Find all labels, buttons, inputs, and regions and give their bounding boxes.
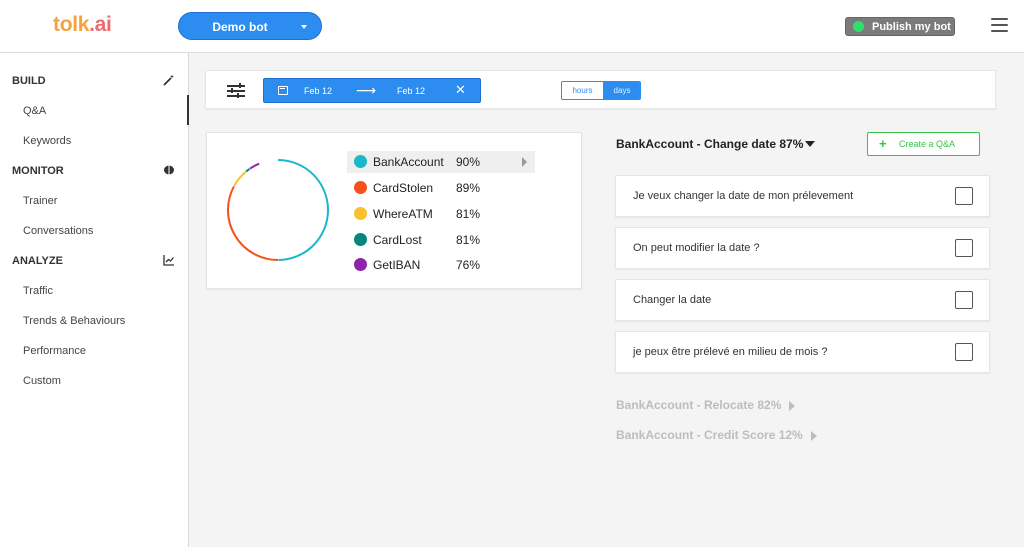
question-card: Changer la date: [615, 279, 990, 321]
donut-segment-whereatm[interactable]: [233, 170, 247, 187]
question-checkbox[interactable]: [955, 343, 973, 361]
legend-dot: [354, 155, 367, 168]
section-monitor: MONITOR: [12, 165, 64, 177]
magic-wand-icon: [163, 74, 175, 86]
create-qa-button[interactable]: + Create a Q&A: [867, 132, 980, 156]
legend-item-getiban[interactable]: GetIBAN 76%: [347, 254, 535, 276]
create-qa-label: Create a Q&A: [899, 139, 956, 149]
question-checkbox[interactable]: [955, 291, 973, 309]
legend-dot: [354, 258, 367, 271]
collapsed-group-label: BankAccount - Relocate 82%: [616, 398, 782, 412]
plus-icon: +: [879, 136, 887, 151]
caret-right-icon: [810, 430, 817, 441]
arrow-right-icon: ⟶: [356, 82, 377, 98]
bot-selector-dropdown[interactable]: Demo bot: [178, 12, 322, 40]
question-text: On peut modifier la date ?: [633, 242, 760, 254]
collapsed-group-relocate[interactable]: BankAccount - Relocate 82%: [616, 398, 796, 412]
logo-suffix: .ai: [89, 13, 112, 36]
sidebar: BUILD Q&A Keywords MONITOR Trainer Conve…: [0, 53, 189, 547]
question-text: Je veux changer la date de mon préleveme…: [633, 190, 854, 202]
publish-label: Publish my bot: [872, 21, 951, 33]
status-dot-icon: [853, 21, 864, 32]
sidebar-item-conversations[interactable]: Conversations: [23, 225, 93, 237]
section-build: BUILD: [12, 75, 46, 87]
legend-name: CardLost: [373, 233, 422, 247]
filter-sliders-icon[interactable]: [227, 83, 245, 98]
donut-segment-cardlost[interactable]: [245, 168, 251, 173]
legend-dot: [354, 207, 367, 220]
question-checkbox[interactable]: [955, 239, 973, 257]
legend-item-bankaccount[interactable]: BankAccount 90%: [347, 151, 535, 173]
logo-text: tolk: [53, 13, 90, 36]
top-bar: tolk.ai Demo bot Publish my bot: [0, 0, 1024, 53]
sidebar-item-keywords[interactable]: Keywords: [23, 135, 71, 147]
granularity-toggle: hours days: [561, 81, 641, 100]
legend-percent: 90%: [456, 155, 481, 169]
filter-bar: Feb 12 ⟶ Feb 12 ✕ hours days: [205, 70, 996, 109]
sidebar-item-trainer[interactable]: Trainer: [23, 195, 57, 207]
collapsed-group-label: BankAccount - Credit Score 12%: [616, 428, 803, 442]
legend-name: GetIBAN: [373, 258, 421, 272]
collapsed-group-credit-score[interactable]: BankAccount - Credit Score 12%: [616, 428, 817, 442]
caret-down-icon[interactable]: [805, 141, 815, 147]
caret-right-icon: [522, 157, 527, 167]
legend-item-cardstolen[interactable]: CardStolen 89%: [347, 177, 535, 199]
legend-name: CardStolen: [373, 181, 434, 195]
legend-item-whereatm[interactable]: WhereATM 81%: [347, 203, 535, 225]
donut-segment-bankaccount[interactable]: [277, 159, 329, 261]
legend-item-cardlost[interactable]: CardLost 81%: [347, 229, 535, 251]
toggle-days[interactable]: days: [603, 82, 640, 99]
legend-percent: 81%: [456, 207, 481, 221]
legend-dot: [354, 181, 367, 194]
sidebar-item-traffic[interactable]: Traffic: [23, 285, 53, 297]
brain-icon: [163, 164, 175, 176]
bot-selector-label: Demo bot: [212, 20, 268, 34]
calendar-icon: [278, 86, 288, 95]
sidebar-item-performance[interactable]: Performance: [23, 345, 86, 357]
intent-distribution-panel: BankAccount 90% CardStolen 89% WhereATM …: [206, 132, 582, 289]
legend-percent: 76%: [456, 258, 481, 272]
line-chart-icon: [163, 254, 175, 266]
logo[interactable]: tolk.ai: [53, 13, 112, 37]
donut-segment-getiban[interactable]: [249, 162, 260, 170]
legend-percent: 89%: [456, 181, 481, 195]
donut-segment-cardstolen[interactable]: [227, 185, 279, 261]
question-text: je peux être prélevé en milieu de mois ?: [633, 346, 828, 358]
sidebar-item-trends[interactable]: Trends & Behaviours: [23, 315, 125, 327]
legend-name: BankAccount: [373, 155, 444, 169]
legend-percent: 81%: [456, 233, 481, 247]
donut-chart: [227, 159, 329, 261]
question-text: Changer la date: [633, 294, 712, 306]
chevron-down-icon: [301, 25, 307, 29]
close-icon[interactable]: ✕: [455, 82, 466, 98]
hamburger-menu-icon[interactable]: [991, 18, 1008, 33]
toggle-hours[interactable]: hours: [562, 82, 603, 99]
sidebar-item-qa[interactable]: Q&A: [23, 105, 46, 117]
intent-detail-title[interactable]: BankAccount - Change date 87%: [616, 137, 803, 151]
legend-dot: [354, 233, 367, 246]
legend-name: WhereATM: [373, 207, 433, 221]
date-range-picker[interactable]: Feb 12 ⟶ Feb 12 ✕: [263, 78, 481, 103]
question-card: Je veux changer la date de mon préleveme…: [615, 175, 990, 217]
question-card: je peux être prélevé en milieu de mois ?: [615, 331, 990, 373]
caret-right-icon: [789, 400, 796, 411]
question-card: On peut modifier la date ?: [615, 227, 990, 269]
section-analyze: ANALYZE: [12, 255, 63, 267]
active-indicator: [187, 95, 189, 125]
publish-button[interactable]: Publish my bot: [845, 17, 955, 36]
sidebar-item-custom[interactable]: Custom: [23, 375, 61, 387]
question-checkbox[interactable]: [955, 187, 973, 205]
date-from[interactable]: Feb 12: [304, 86, 332, 96]
date-to[interactable]: Feb 12: [397, 86, 425, 96]
